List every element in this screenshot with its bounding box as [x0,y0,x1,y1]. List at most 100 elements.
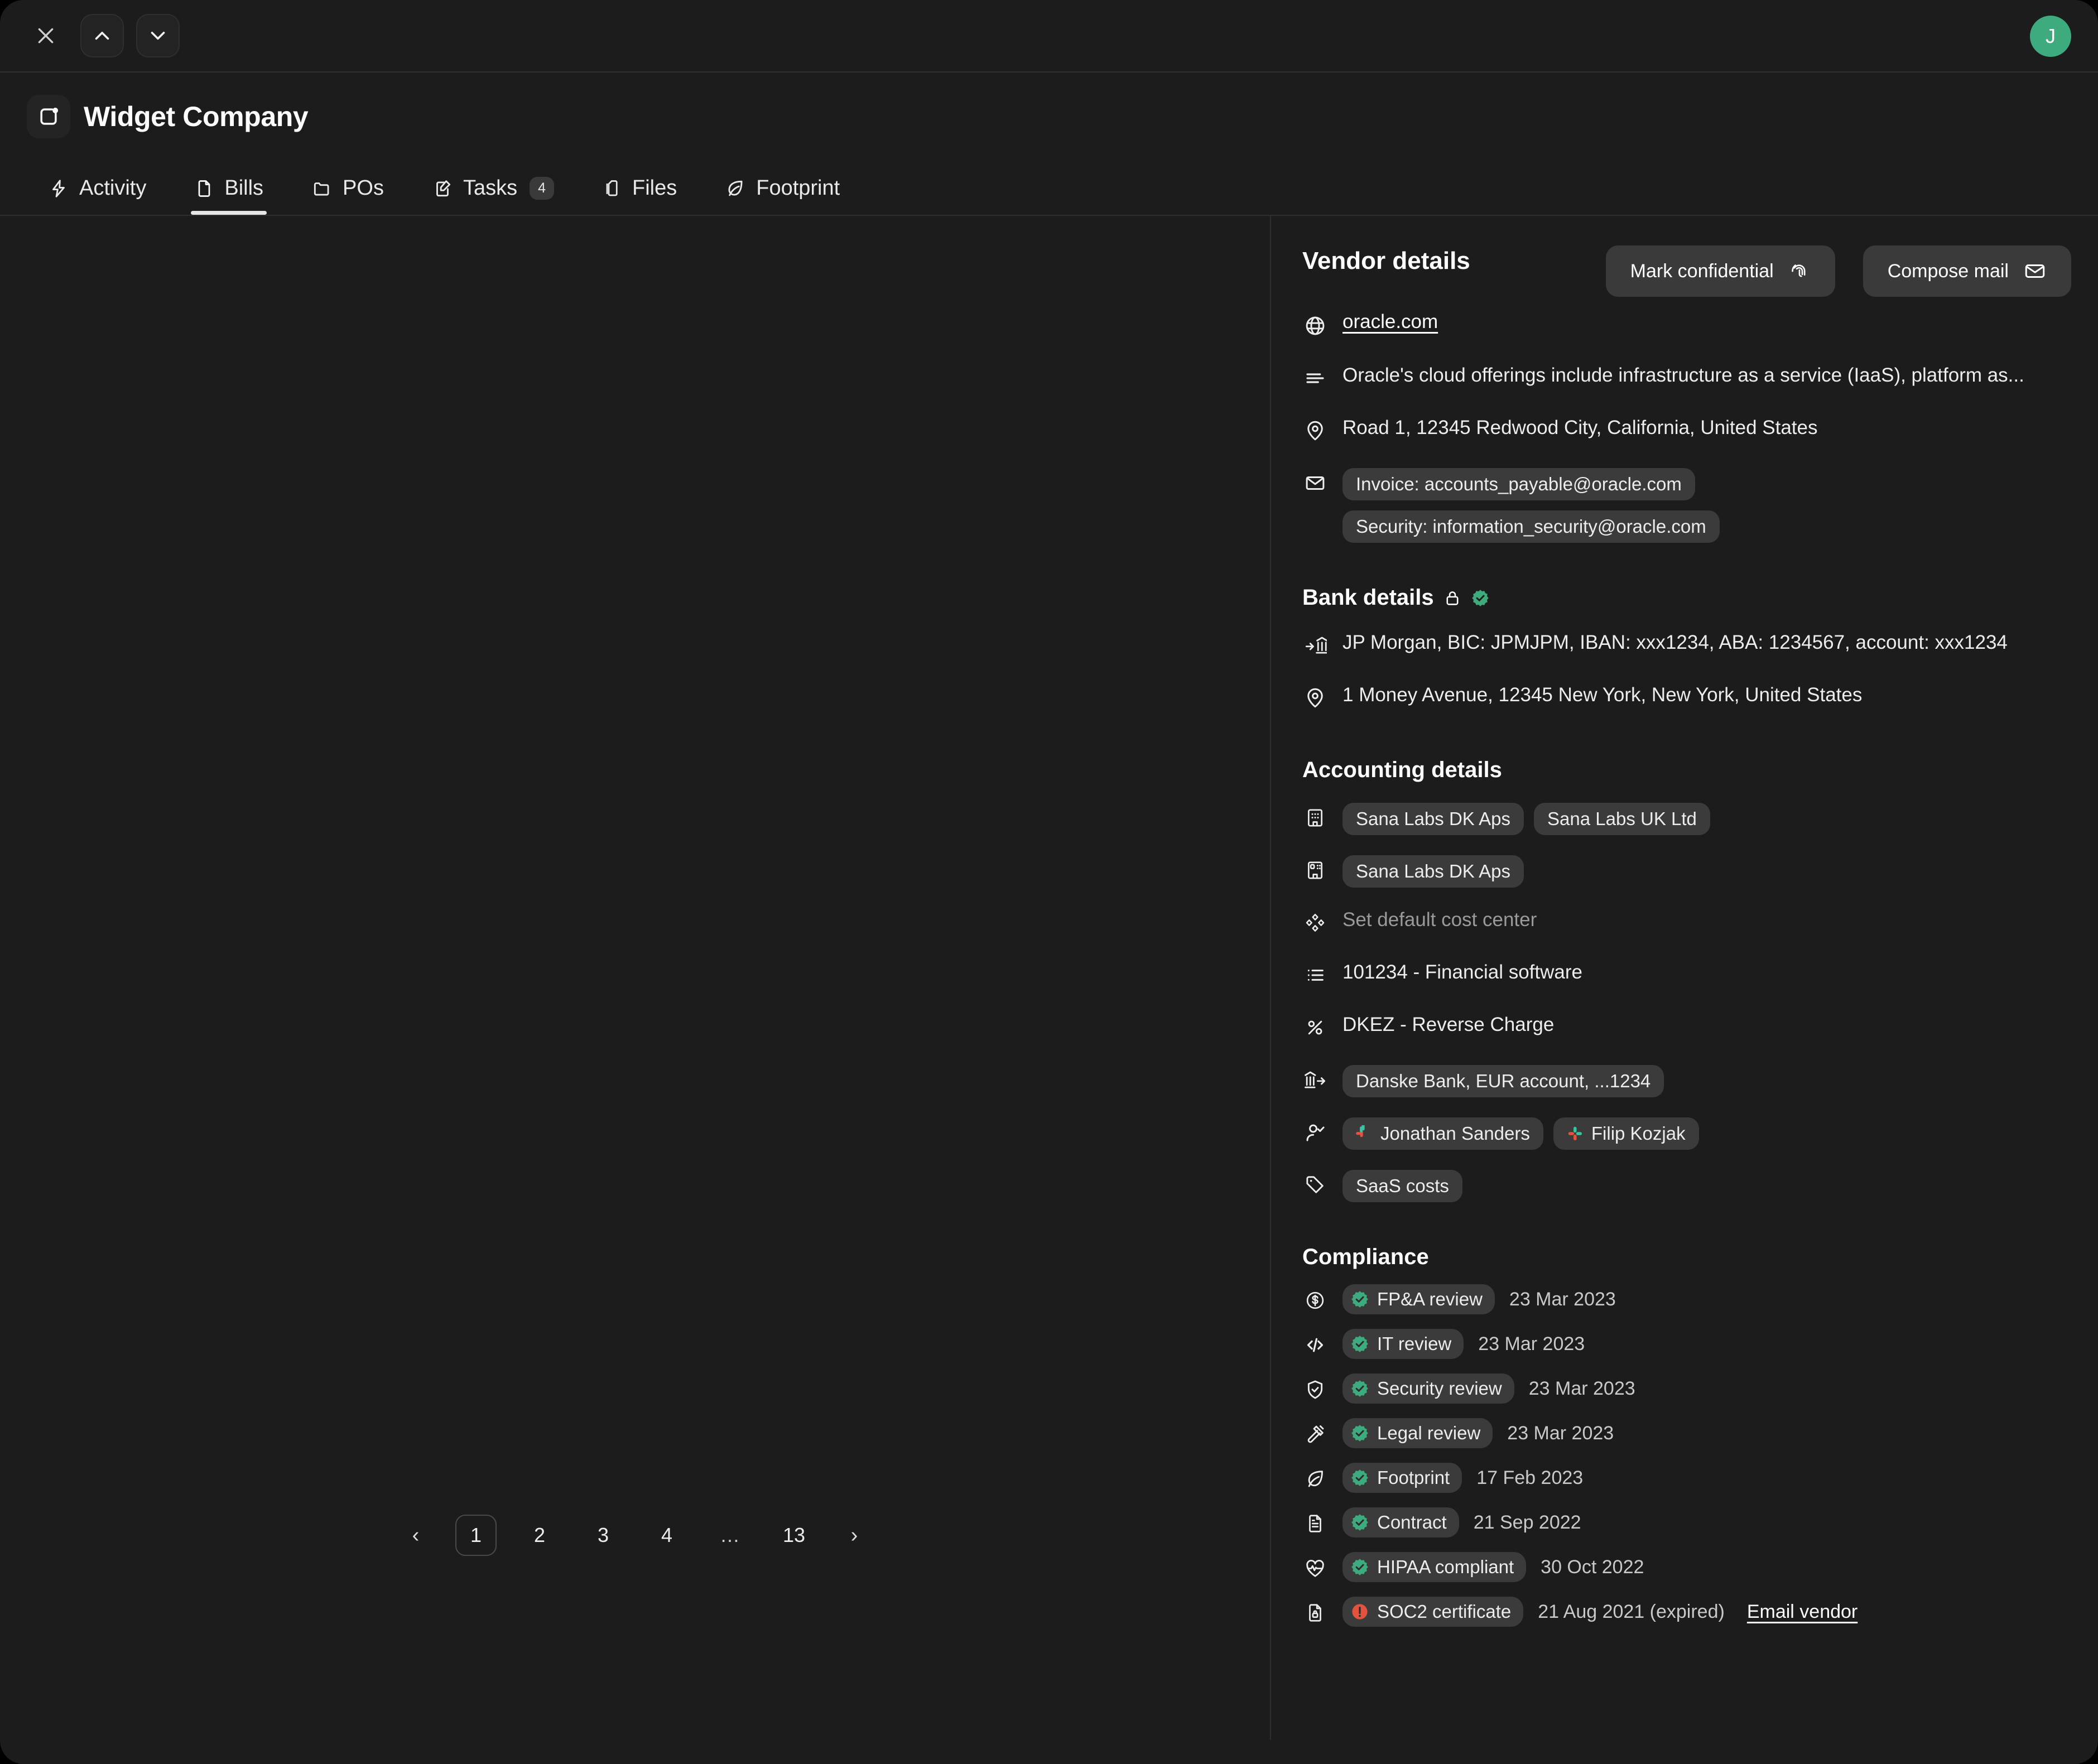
vendor-emails-row: Invoice: accounts_payable@oracle.com Sec… [1302,468,2067,543]
accounting-approver-chip[interactable]: Jonathan Sanders [1342,1117,1543,1150]
slack-icon [1567,1125,1584,1142]
fingerprint-icon [1788,260,1811,282]
accounting-cost-center-placeholder: Set default cost center [1342,908,1537,932]
tab-files[interactable]: Files [593,171,686,215]
accounting-entity-chips: Sana Labs DK Aps Sana Labs UK Ltd [1342,803,1710,835]
accounting-approver-chips: Jonathan Sanders Filip Kozjak [1342,1117,1699,1150]
mark-confidential-button[interactable]: Mark confidential [1606,245,1835,297]
pagination-next[interactable]: › [834,1515,875,1556]
bank-address-row: 1 Money Avenue, 12345 New York, New York… [1302,683,2067,715]
accounting-account-text: 101234 - Financial software [1342,960,1582,985]
pagination-page-2[interactable]: 2 [519,1515,560,1556]
vendor-details-title: Vendor details [1302,247,1470,275]
heartbeat-icon [1302,1555,1328,1581]
file-icon [194,179,214,199]
compliance-title: Compliance [1302,1245,1429,1270]
tab-tasks[interactable]: Tasks 4 [423,171,563,215]
globe-icon [1302,313,1328,339]
compliance-status-chip[interactable]: FP&A review [1342,1284,1495,1314]
bank-account-text: JP Morgan, BIC: JPMJPM, IBAN: xxx1234, A… [1342,630,2008,655]
verified-seal-icon [1350,1424,1369,1443]
pagination-page-3[interactable]: 3 [583,1515,624,1556]
compliance-label: SOC2 certificate [1377,1601,1511,1622]
compliance-label: FP&A review [1377,1289,1483,1310]
leaf-icon [1302,1466,1328,1492]
tab-pos-label: POs [343,176,384,200]
header-actions: Mark confidential Compose mail [1606,245,2071,297]
compliance-status-chip[interactable]: SOC2 certificate [1342,1597,1523,1627]
window-chrome: J [0,0,2098,73]
vendor-email-security-chip[interactable]: Security: information_security@oracle.co… [1342,510,1720,543]
tag-icon [1302,1172,1328,1198]
accounting-payment-account-chips: Danske Bank, EUR account, ...1234 [1342,1065,1664,1097]
vendor-description-row: Oracle's cloud offerings include infrast… [1302,363,2067,396]
compliance-status-chip[interactable]: Security review [1342,1373,1514,1404]
compose-mail-button[interactable]: Compose mail [1863,245,2071,297]
compliance-date: 23 Mar 2023 [1529,1378,1635,1400]
accounting-subsidiary-chips: Sana Labs DK Aps [1342,855,1524,888]
mark-confidential-label: Mark confidential [1630,261,1774,282]
accounting-approver-chip[interactable]: Filip Kozjak [1553,1117,1699,1150]
tab-footprint[interactable]: Footprint [716,171,849,215]
tab-activity[interactable]: Activity [39,171,155,215]
building-icon [1302,805,1328,831]
vendor-email-invoice-chip[interactable]: Invoice: accounts_payable@oracle.com [1342,468,1695,500]
compliance-row: Legal review 23 Mar 2023 [1302,1418,2067,1448]
vendor-email-chips: Invoice: accounts_payable@oracle.com Sec… [1342,468,1720,543]
accounting-entity-chip[interactable]: Sana Labs UK Ltd [1534,803,1710,835]
tab-bills-label: Bills [224,176,263,200]
verified-seal-icon [1350,1290,1369,1309]
compliance-label: Contract [1377,1512,1447,1533]
pagination-page-1[interactable]: 1 [455,1515,497,1556]
accounting-cost-center-row[interactable]: Set default cost center [1302,908,2067,940]
tab-pos[interactable]: POs [302,171,393,215]
accounting-tag-chip[interactable]: SaaS costs [1342,1170,1462,1202]
verified-seal-icon [1471,589,1490,608]
compliance-status-chip[interactable]: IT review [1342,1329,1464,1359]
next-record-button[interactable] [136,14,180,57]
vendor-details-pane: Vendor details Edit oracle.com Oracle's … [1271,216,2098,1740]
compliance-status-chip[interactable]: Footprint [1342,1463,1462,1493]
compliance-row: HIPAA compliant 30 Oct 2022 [1302,1552,2067,1582]
bank-out-icon [1302,1067,1328,1093]
compliance-row: FP&A review 23 Mar 2023 [1302,1284,2067,1314]
tab-bar: Activity Bills POs Tasks 4 [27,171,2071,215]
compliance-date: 17 Feb 2023 [1476,1467,1583,1489]
accounting-account-row: 101234 - Financial software [1302,960,2067,992]
bank-account-row: JP Morgan, BIC: JPMJPM, IBAN: xxx1234, A… [1302,630,2067,663]
tab-activity-label: Activity [79,176,146,200]
accounting-entity-chip[interactable]: Sana Labs DK Aps [1342,803,1524,835]
accounting-payment-account-chip[interactable]: Danske Bank, EUR account, ...1234 [1342,1065,1664,1097]
avatar[interactable]: J [2030,16,2071,57]
compliance-row: Contract 21 Sep 2022 [1302,1507,2067,1538]
compliance-status-chip[interactable]: Legal review [1342,1418,1493,1448]
email-vendor-link[interactable]: Email vendor [1747,1601,1858,1623]
pagination-prev[interactable]: ‹ [395,1515,436,1556]
verified-seal-icon [1350,1379,1369,1398]
bank-details-title: Bank details [1302,585,1434,610]
code-icon [1302,1332,1328,1358]
tab-bills[interactable]: Bills [185,171,272,215]
compliance-label: Security review [1377,1378,1502,1399]
compliance-row: Security review 23 Mar 2023 [1302,1373,2067,1404]
pagination-page-13[interactable]: 13 [773,1515,815,1556]
slack-icon [1356,1125,1373,1142]
building-badge-icon [1302,857,1328,883]
close-icon[interactable] [27,17,65,55]
pagination-ellipsis: … [710,1515,751,1556]
pagination-page-4[interactable]: 4 [646,1515,687,1556]
tab-files-label: Files [632,176,677,200]
accounting-subsidiary-row: Sana Labs DK Aps [1302,855,2067,888]
compliance-date: 23 Mar 2023 [1478,1333,1585,1355]
company-logo-icon [27,95,70,138]
compliance-status-chip[interactable]: HIPAA compliant [1342,1552,1526,1582]
accounting-subsidiary-chip[interactable]: Sana Labs DK Aps [1342,855,1524,888]
compose-mail-label: Compose mail [1888,261,2009,282]
compliance-status-chip[interactable]: Contract [1342,1507,1459,1538]
page-header: Widget Company Mark confidential Compose… [0,73,2098,215]
bills-list-pane: ‹ 1 2 3 4 … 13 › [0,216,1271,1740]
vendor-website-link[interactable]: oracle.com [1342,311,1438,333]
description-lines-icon [1302,365,1328,391]
compliance-row: Footprint 17 Feb 2023 [1302,1463,2067,1493]
previous-record-button[interactable] [80,14,124,57]
